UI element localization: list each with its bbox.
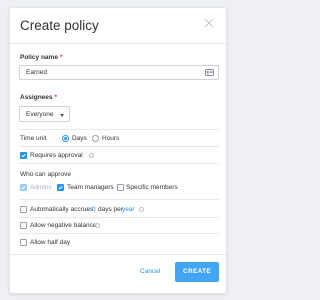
divider <box>19 163 219 164</box>
accrues-checkbox[interactable] <box>20 206 27 213</box>
assignees-label-text: Assignees <box>20 94 53 101</box>
checkmark-icon <box>21 153 26 158</box>
policy-name-input[interactable]: Earned <box>19 65 219 80</box>
specific-members-checkbox[interactable] <box>117 184 124 191</box>
specific-members-label[interactable]: Specific members <box>126 184 178 191</box>
policy-name-label-text: Policy name <box>20 54 58 61</box>
accrual-period-select[interactable]: year <box>122 206 135 213</box>
divider <box>19 146 219 147</box>
assignees-selected-value[interactable]: Everyone <box>26 111 53 118</box>
accrual-unit-text: days per <box>98 206 123 213</box>
admins-label: Admins <box>30 184 52 191</box>
checkmark-icon <box>21 185 26 190</box>
dialog-footer: Cancel CREATE <box>10 254 226 293</box>
info-icon[interactable] <box>139 207 144 212</box>
requires-approval-checkbox[interactable] <box>20 152 27 159</box>
create-button[interactable]: CREATE <box>175 262 219 282</box>
accrues-label[interactable]: Automatically accrues <box>30 206 93 213</box>
half-day-checkbox[interactable] <box>20 239 27 246</box>
checkmark-icon <box>58 185 63 190</box>
radio-days-label[interactable]: Days <box>72 135 87 142</box>
divider <box>19 199 219 200</box>
create-policy-dialog: Create policy Policy name * Earned Assign… <box>9 7 227 294</box>
policy-name-label: Policy name * <box>20 54 62 61</box>
team-managers-checkbox[interactable] <box>57 184 64 191</box>
negative-balance-checkbox[interactable] <box>20 222 27 229</box>
cancel-button[interactable]: Cancel <box>140 268 160 275</box>
info-icon[interactable] <box>89 153 94 158</box>
time-unit-label: Time unit <box>20 135 47 142</box>
dialog-header: Create policy <box>10 8 226 44</box>
team-managers-label[interactable]: Team managers <box>67 184 114 191</box>
info-icon[interactable] <box>95 223 100 228</box>
radio-days[interactable] <box>62 135 69 142</box>
who-can-approve-label: Who can approve <box>20 171 71 178</box>
chevron-down-icon[interactable] <box>60 114 64 117</box>
accrual-days-input[interactable]: 0 <box>92 206 96 213</box>
policy-name-value[interactable]: Earned <box>26 69 47 76</box>
close-icon[interactable] <box>204 18 214 28</box>
admins-checkbox <box>20 184 27 191</box>
radio-hours[interactable] <box>92 135 99 142</box>
divider <box>19 217 219 218</box>
dialog-title: Create policy <box>20 18 99 33</box>
divider <box>19 129 219 130</box>
required-mark: * <box>54 94 58 101</box>
radio-hours-label[interactable]: Hours <box>102 135 119 142</box>
divider <box>19 233 219 234</box>
required-mark: * <box>59 54 63 61</box>
assignees-select[interactable]: Everyone <box>19 106 70 122</box>
half-day-label[interactable]: Allow half day <box>30 239 70 246</box>
id-card-icon <box>205 69 214 76</box>
negative-balance-label[interactable]: Allow negative balance <box>30 222 97 229</box>
assignees-label: Assignees * <box>20 94 57 101</box>
requires-approval-label[interactable]: Requires approval <box>30 152 83 159</box>
